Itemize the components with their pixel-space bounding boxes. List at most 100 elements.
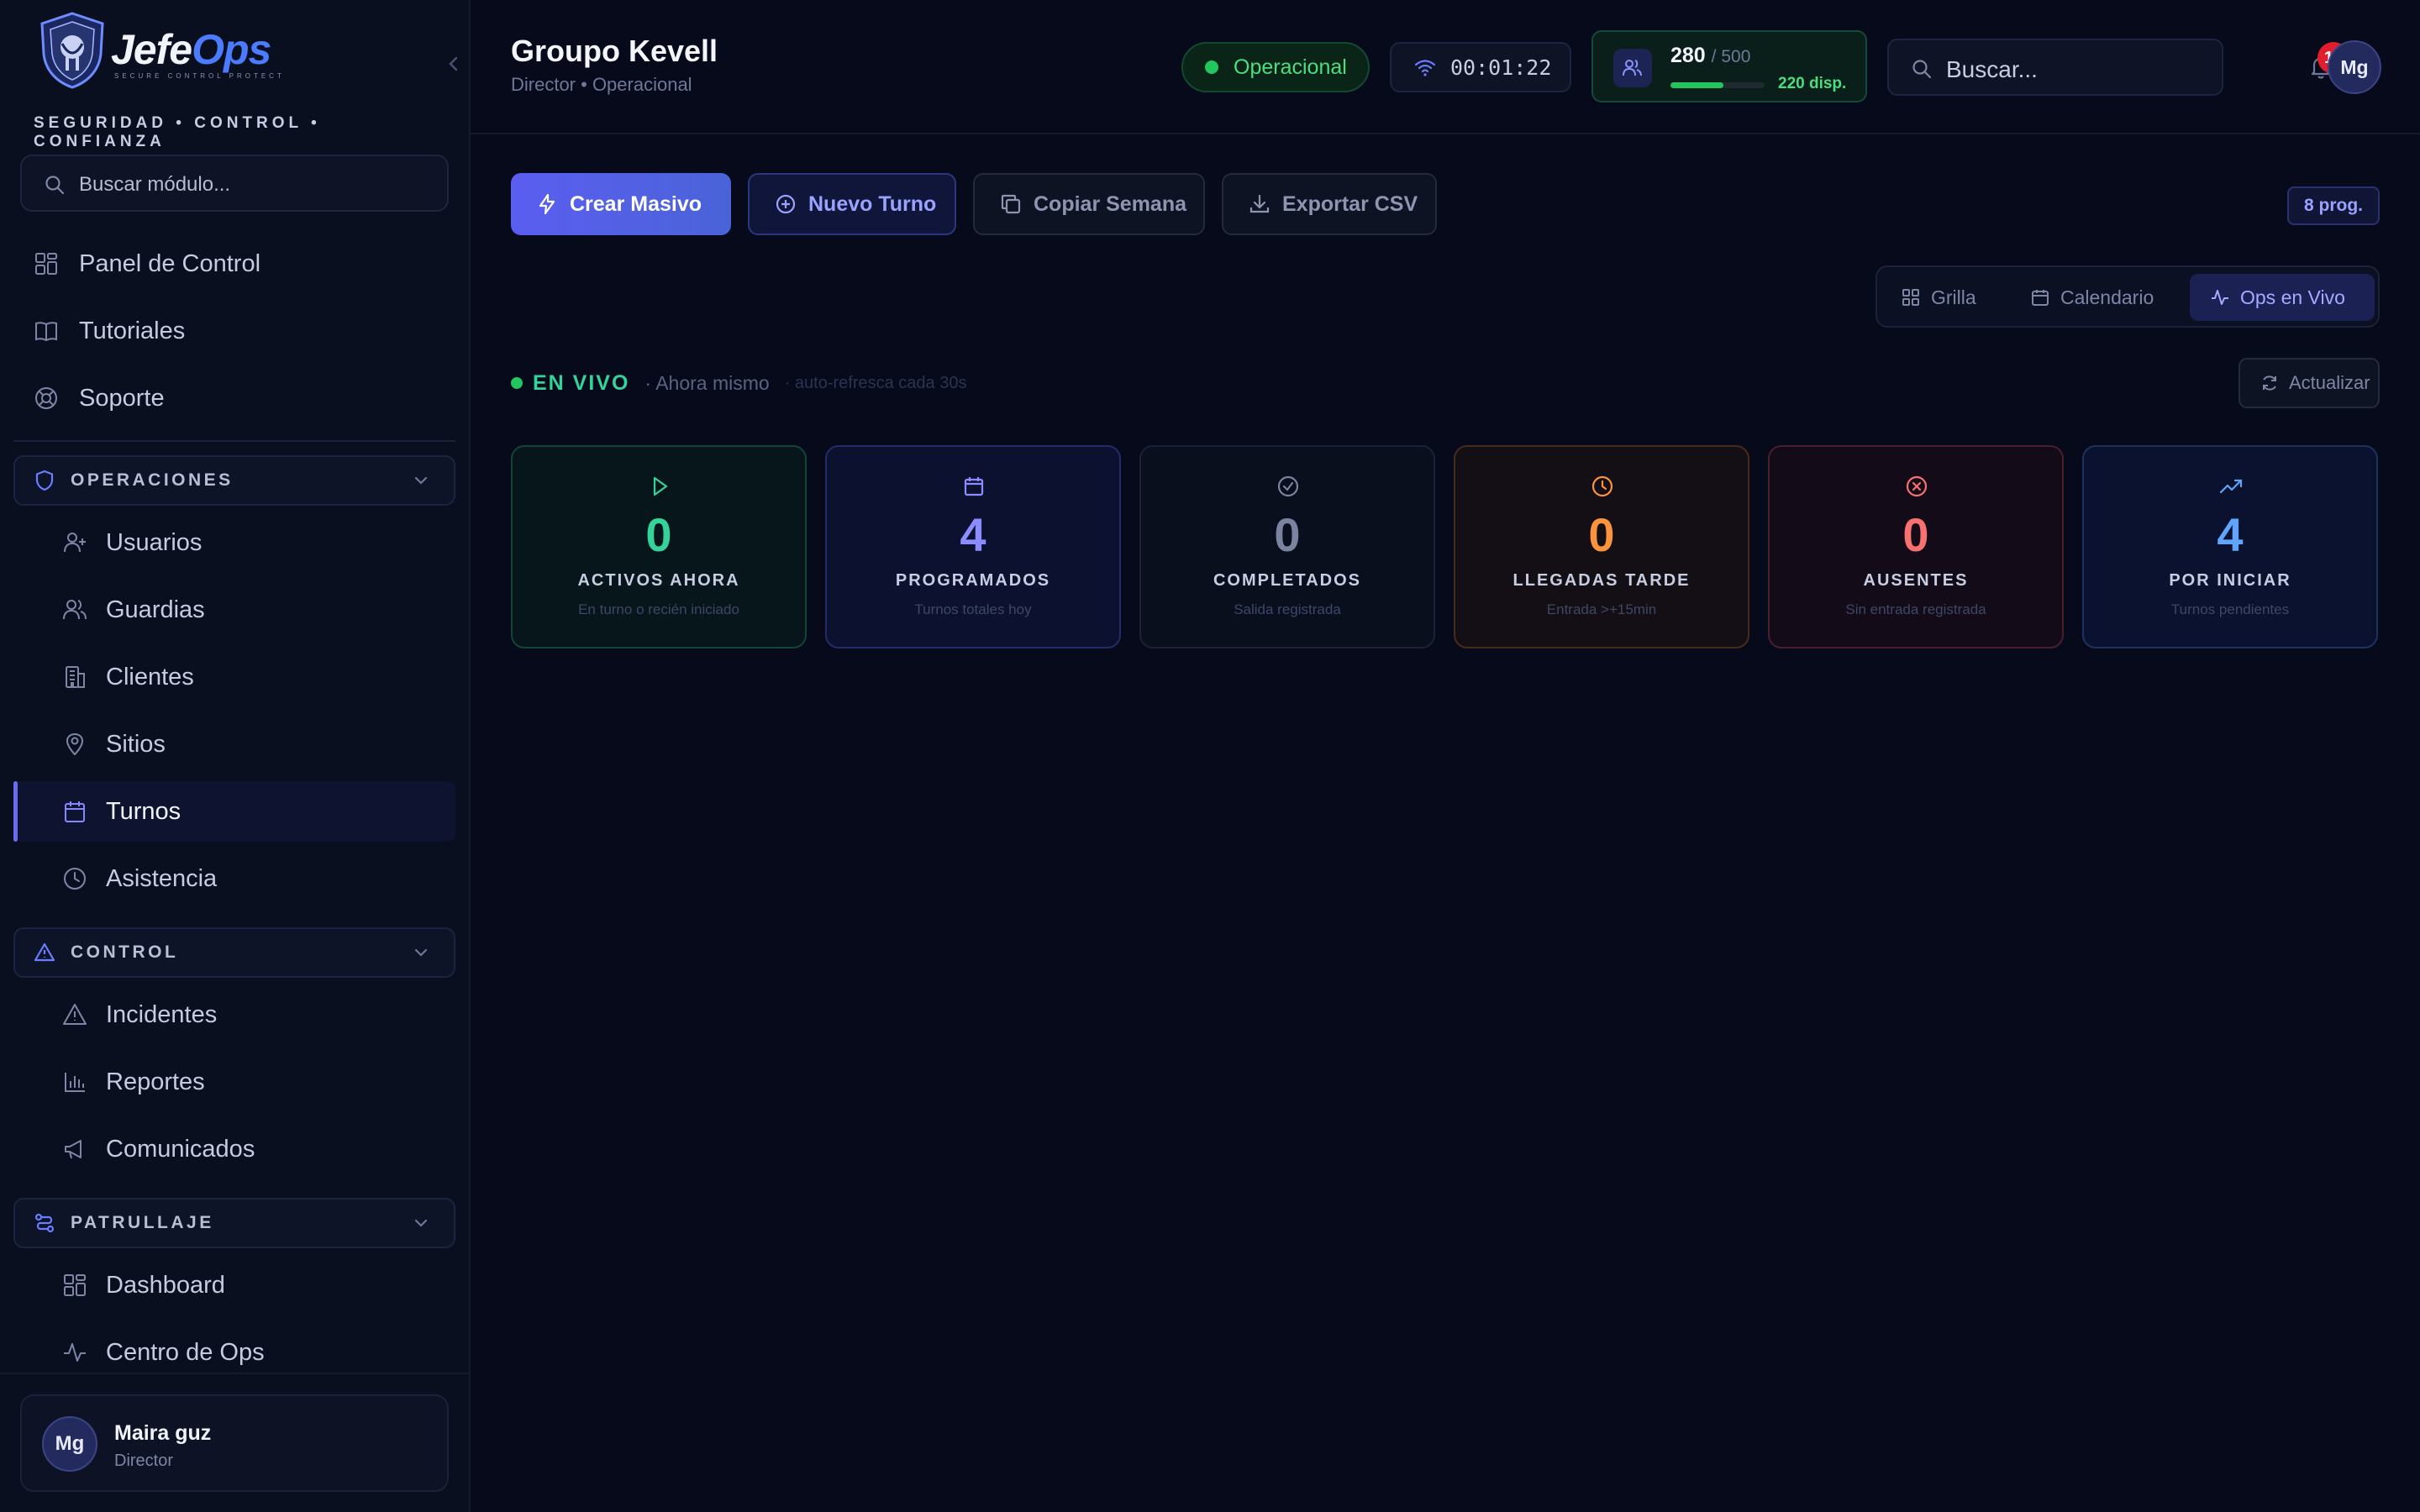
status-dot bbox=[1205, 60, 1218, 74]
stat-description: Turnos totales hoy bbox=[914, 601, 1032, 617]
sidebar-item-label: Asistencia bbox=[106, 864, 218, 892]
stat-description: Turnos pendientes bbox=[2170, 601, 2290, 617]
building-icon bbox=[66, 666, 85, 688]
status-badge: Operacional bbox=[1181, 42, 1370, 92]
sidebar-item-guardias[interactable]: Guardias bbox=[13, 580, 455, 640]
stat-value: 0 bbox=[1588, 508, 1615, 561]
divider bbox=[13, 440, 455, 442]
sidebar-item-label: Turnos bbox=[106, 797, 182, 825]
calendar-icon bbox=[65, 801, 85, 822]
stat-card-llegadas-tarde[interactable]: 0 LLEGADAS TARDE Entrada >+15min bbox=[1454, 445, 1749, 648]
section-patrullaje[interactable]: PATRULLAJE bbox=[13, 1198, 455, 1248]
sidebar-item-label: Centro de Ops bbox=[106, 1338, 265, 1366]
status-label: Operacional bbox=[1234, 55, 1347, 79]
collapse-sidebar-icon[interactable] bbox=[444, 54, 464, 74]
stat-description: Salida registrada bbox=[1234, 601, 1341, 617]
stat-value: 0 bbox=[1274, 508, 1301, 561]
copy-week-button[interactable]: Copiar Semana bbox=[973, 173, 1205, 235]
user-profile-card[interactable]: Mg Maira guz Director bbox=[20, 1394, 449, 1492]
sidebar-item-panel-de-control[interactable]: Panel de Control bbox=[20, 234, 449, 294]
chevron-down-icon bbox=[414, 948, 428, 957]
sidebar-item-asistencia[interactable]: Asistencia bbox=[13, 848, 455, 909]
sidebar-item-label: Sitios bbox=[106, 730, 166, 758]
sidebar-item-usuarios[interactable]: Usuarios bbox=[13, 512, 455, 573]
export-csv-label: Exportar CSV bbox=[1282, 192, 1418, 216]
stat-card-ausentes[interactable]: 0 AUSENTES Sin entrada registrada bbox=[1768, 445, 2064, 648]
check-circle-icon bbox=[1277, 475, 1299, 497]
section-control[interactable]: CONTROL bbox=[13, 927, 455, 978]
stat-value: 0 bbox=[645, 508, 672, 561]
main-content: Groupo Kevell Director • Operacional Ope… bbox=[471, 0, 2420, 1512]
download-icon bbox=[1249, 194, 1270, 213]
sidebar-item-label: Panel de Control bbox=[79, 249, 261, 277]
create-bulk-label: Crear Masivo bbox=[570, 192, 702, 216]
tab-ops-en-vivo[interactable]: Ops en Vivo bbox=[2190, 274, 2375, 321]
section-operaciones[interactable]: OPERACIONES bbox=[13, 455, 455, 506]
shield-logo-icon bbox=[40, 12, 104, 89]
sidebar-item-dashboard[interactable]: Dashboard bbox=[13, 1255, 455, 1315]
page-title: Groupo Kevell bbox=[511, 34, 718, 68]
stat-card-programados[interactable]: 4 PROGRAMADOS Turnos totales hoy bbox=[825, 445, 1121, 648]
sidebar-item-label: Incidentes bbox=[106, 1000, 218, 1028]
sidebar-item-reportes[interactable]: Reportes bbox=[13, 1052, 455, 1112]
stat-card-completados[interactable]: 0 COMPLETADOS Salida registrada bbox=[1139, 445, 1435, 648]
calendar-icon bbox=[2032, 290, 2049, 306]
sidebar-item-label: Comunicados bbox=[106, 1135, 255, 1163]
brand-name: JefeOps bbox=[111, 26, 271, 73]
sidebar-item-incidentes[interactable]: Incidentes bbox=[13, 984, 455, 1045]
stat-value: 4 bbox=[960, 508, 986, 561]
tab-label: Grilla bbox=[1931, 286, 1976, 308]
sidebar-item-turnos[interactable]: Turnos bbox=[13, 781, 455, 842]
user-role: Director bbox=[114, 1452, 174, 1470]
brand-tagline: SEGURIDAD • CONTROL • CONFIANZA bbox=[34, 114, 321, 150]
grid-icon bbox=[35, 253, 57, 275]
bar-chart-icon bbox=[65, 1073, 85, 1092]
copy-week-label: Copiar Semana bbox=[1034, 192, 1187, 216]
user-plus-icon bbox=[64, 533, 86, 553]
stat-label: ACTIVOS AHORA bbox=[577, 571, 740, 590]
stat-label: COMPLETADOS bbox=[1213, 571, 1362, 590]
create-bulk-button[interactable]: Crear Masivo bbox=[511, 173, 731, 235]
module-search-placeholder: Buscar módulo... bbox=[79, 173, 231, 196]
new-shift-button[interactable]: Nuevo Turno bbox=[748, 173, 956, 235]
brand-subtitle: SECURE CONTROL PROTECT bbox=[114, 72, 285, 80]
alert-triangle-icon bbox=[34, 942, 55, 962]
page-subtitle: Director • Operacional bbox=[511, 74, 692, 95]
tab-grilla[interactable]: Grilla bbox=[1881, 274, 1998, 321]
search-icon bbox=[1912, 60, 1932, 79]
clock-icon bbox=[64, 868, 86, 890]
stat-label: POR INICIAR bbox=[2169, 571, 2291, 590]
stat-card-por-iniciar[interactable]: 4 POR INICIAR Turnos pendientes bbox=[2082, 445, 2378, 648]
plus-circle-icon bbox=[776, 194, 796, 214]
sidebar-item-sitios[interactable]: Sitios bbox=[13, 714, 455, 774]
sidebar-item-comunicados[interactable]: Comunicados bbox=[13, 1119, 455, 1179]
sidebar-item-soporte[interactable]: Soporte bbox=[20, 368, 449, 428]
capacity-widget: 280 / 500 220 disp. bbox=[1591, 30, 1867, 102]
tab-calendario[interactable]: Calendario bbox=[2010, 274, 2195, 321]
sidebar-item-label: Clientes bbox=[106, 663, 194, 690]
users-icon bbox=[1613, 49, 1652, 87]
search-icon bbox=[45, 176, 65, 195]
stat-card-activos-ahora[interactable]: 0 ACTIVOS AHORA En turno o recién inicia… bbox=[511, 445, 807, 648]
capacity-bar-fill bbox=[1670, 82, 1723, 88]
programmed-count-badge: 8 prog. bbox=[2287, 186, 2380, 225]
sidebar-item-label: Usuarios bbox=[106, 528, 203, 556]
topbar: Groupo Kevell Director • Operacional Ope… bbox=[471, 0, 2420, 134]
live-status-row: EN VIVO · Ahora mismo · auto-refresca ca… bbox=[511, 368, 966, 398]
alert-triangle-icon bbox=[63, 1004, 87, 1025]
calendar-icon bbox=[964, 477, 984, 496]
avatar[interactable]: Mg bbox=[2328, 40, 2381, 94]
sidebar-item-tutoriales[interactable]: Tutoriales bbox=[20, 301, 449, 361]
global-search-input[interactable]: Buscar... bbox=[1887, 39, 2223, 96]
sidebar-item-label: Dashboard bbox=[106, 1271, 225, 1299]
shield-icon bbox=[35, 470, 54, 491]
stat-label: PROGRAMADOS bbox=[895, 571, 1051, 590]
sidebar-item-clientes[interactable]: Clientes bbox=[13, 647, 455, 707]
refresh-icon bbox=[2263, 375, 2276, 391]
refresh-button[interactable]: Actualizar bbox=[2238, 358, 2380, 408]
export-csv-button[interactable]: Exportar CSV bbox=[1222, 173, 1437, 235]
session-timer: 00:01:22 bbox=[1390, 42, 1571, 92]
clock-icon bbox=[1591, 475, 1613, 497]
module-search-input[interactable]: Buscar módulo... bbox=[20, 155, 449, 212]
capacity-bar bbox=[1670, 82, 1765, 88]
